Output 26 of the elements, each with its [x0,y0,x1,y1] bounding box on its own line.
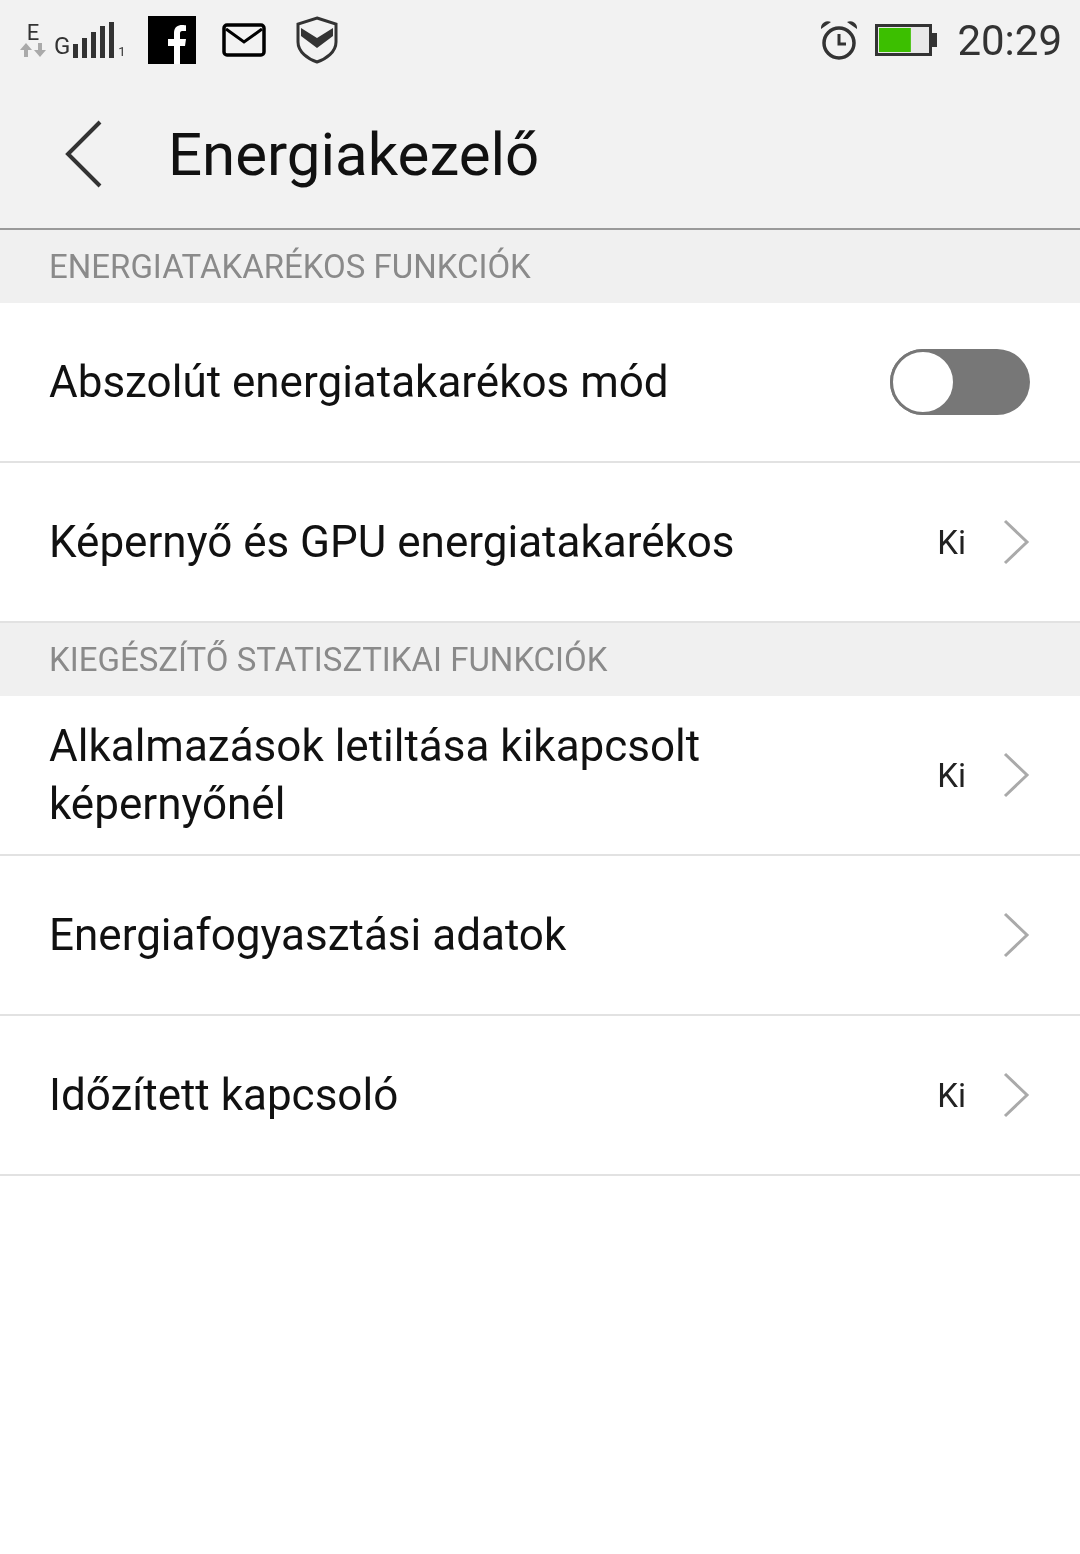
facebook-icon [147,16,196,64]
row-value: Ki [937,1075,966,1115]
mail-icon [221,23,266,57]
alarm-icon [819,19,860,61]
page-title: Energiakezelő [168,118,540,190]
chevron-icon [1002,751,1030,799]
row-value: Ki [937,522,966,562]
signal-icon [73,22,116,58]
section-title: KIEGÉSZÍTŐ STATISZTIKAI FUNKCIÓK [49,640,608,679]
row-label: Alkalmazások letiltása kikapcsolt képernyőnél [49,719,702,832]
chevron-icon [1002,518,1030,566]
signal-label: G [54,34,71,58]
battery-icon [875,24,938,56]
chevron-icon [1002,911,1030,959]
section-title: ENERGIATAKARÉKOS FUNKCIÓK [49,247,531,286]
row-value: Ki [937,755,966,795]
row-label: Időzített kapcsoló [49,1068,400,1123]
row-label: Képernyő és GPU energiatakarékos [49,515,736,570]
shield-icon [295,16,338,64]
network-type: E [26,23,40,43]
sim-number: 1 [118,45,126,58]
data-arrows-icon [19,43,47,57]
row-label: Energiafogyasztási adatok [49,908,568,963]
clock: 20:29 [957,15,1062,65]
row-label: Abszolút energiatakarékos mód [49,355,670,410]
chevron-icon [1002,1071,1030,1119]
